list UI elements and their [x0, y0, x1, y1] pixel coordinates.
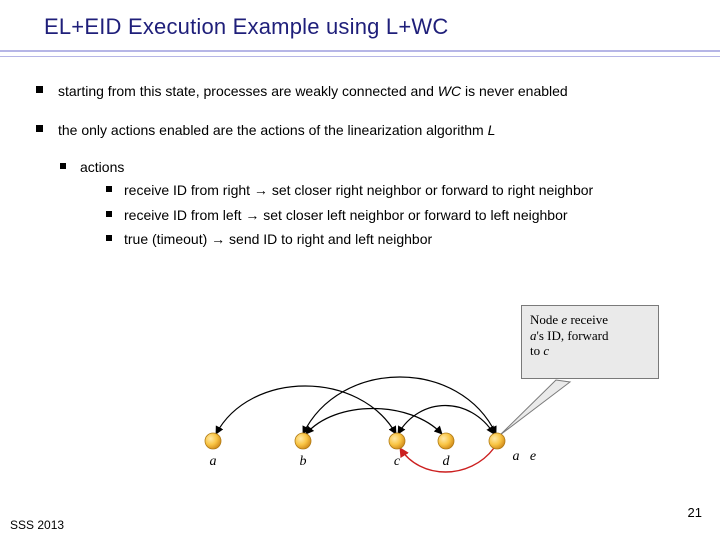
arc-b-e — [303, 377, 496, 434]
text-italic: L — [488, 122, 496, 138]
sub-bullet-list: actions receive ID from right → set clos… — [58, 158, 700, 250]
text: actions — [80, 159, 124, 175]
text-italic: WC — [438, 83, 461, 99]
content-area: starting from this state, processes are … — [0, 60, 720, 249]
text: starting from this state, processes are … — [58, 83, 438, 99]
node-b — [295, 433, 311, 449]
node-c — [389, 433, 405, 449]
label-e: e — [530, 449, 536, 464]
bullet-1: starting from this state, processes are … — [30, 82, 700, 101]
action-2: receive ID from left → set closer left n… — [104, 206, 700, 225]
page-number: 21 — [688, 505, 702, 520]
text: the only actions enabled are the actions… — [58, 122, 488, 138]
label-d: d — [443, 454, 451, 469]
arc-b-d — [306, 409, 442, 435]
footer-conference: SSS 2013 — [10, 518, 64, 532]
label-a2: a — [513, 449, 520, 464]
node-d — [438, 433, 454, 449]
action-3: true (timeout) → send ID to right and le… — [104, 230, 700, 249]
slide: EL+EID Execution Example using L+WC star… — [0, 0, 720, 540]
label-a: a — [210, 454, 217, 469]
title-underline — [0, 50, 720, 60]
actions-list: receive ID from right → set closer right… — [80, 181, 700, 250]
label-c: c — [394, 454, 401, 469]
node-a — [205, 433, 221, 449]
node-e — [489, 433, 505, 449]
arc-a-c — [216, 386, 396, 434]
text: is never enabled — [461, 83, 568, 99]
action-1: receive ID from right → set closer right… — [104, 181, 700, 200]
bullet-2: the only actions enabled are the actions… — [30, 121, 700, 249]
bullet-list: starting from this state, processes are … — [30, 82, 700, 249]
slide-title: EL+EID Execution Example using L+WC — [0, 0, 720, 46]
diagram: a b c d a e — [0, 300, 720, 520]
label-b: b — [300, 454, 307, 469]
sub-bullet-actions: actions receive ID from right → set clos… — [58, 158, 700, 250]
callout-pointer — [500, 380, 570, 435]
